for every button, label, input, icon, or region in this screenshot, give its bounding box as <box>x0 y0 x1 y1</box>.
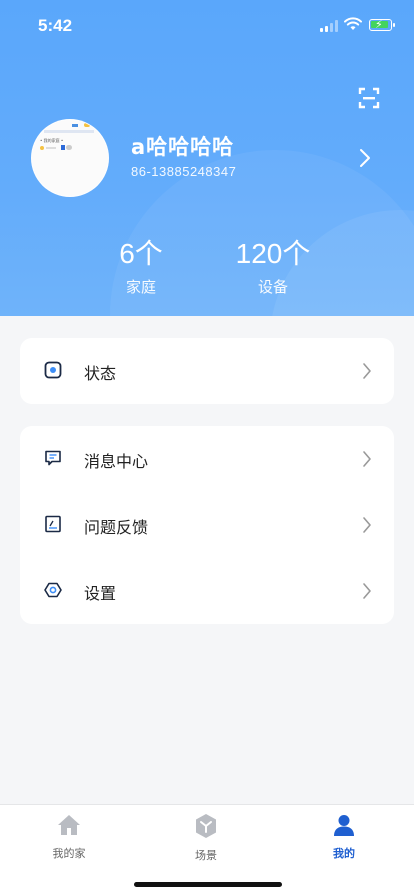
status-time: 5:42 <box>38 16 73 35</box>
menu-item-message-center[interactable]: 消息中心 <box>20 426 394 492</box>
menu-item-label: 消息中心 <box>84 452 149 471</box>
user-name: a哈哈哈哈 <box>131 135 235 159</box>
profile-icon <box>334 815 354 836</box>
menu-item-label: 状态 <box>84 364 117 383</box>
menu-item-settings[interactable]: 设置 <box>20 558 394 624</box>
tab-label: 我的 <box>333 847 355 860</box>
home-icon <box>58 815 80 835</box>
feedback-icon <box>45 515 61 533</box>
chevron-right-icon <box>363 451 371 467</box>
menu-item-label: 问题反馈 <box>84 518 149 537</box>
menu-item-label: 设置 <box>84 584 117 603</box>
tab-scene[interactable]: 场景 <box>166 813 246 863</box>
scene-icon <box>196 814 216 838</box>
settings-icon <box>44 582 62 598</box>
family-count: 6个 <box>119 238 163 269</box>
status-card: 状态 <box>20 338 394 404</box>
menu-item-feedback[interactable]: 问题反馈 <box>20 492 394 558</box>
tab-label: 我的家 <box>52 847 86 860</box>
battery-icon: ⚡ <box>369 18 395 31</box>
menu-card: 消息中心 问题反馈 设置 <box>20 426 394 624</box>
device-label: 设备 <box>257 278 288 296</box>
status-bar: 5:42 ⚡ <box>0 0 414 50</box>
avatar[interactable]: • 我的家庭 • <box>31 119 109 197</box>
message-icon <box>45 450 61 466</box>
tab-my-home[interactable]: 我的家 <box>29 813 109 861</box>
family-count-stat[interactable]: 6个 家庭 <box>96 232 186 297</box>
device-count: 120个 <box>235 238 311 269</box>
family-label: 家庭 <box>125 278 156 296</box>
menu-item-status[interactable]: 状态 <box>20 338 394 404</box>
tab-label: 场景 <box>195 849 217 862</box>
user-phone: 86-13885248347 <box>131 164 237 179</box>
wifi-icon <box>344 17 362 30</box>
status-icon <box>44 361 62 379</box>
scan-icon[interactable] <box>358 87 380 109</box>
chevron-right-icon[interactable] <box>359 148 371 168</box>
home-indicator[interactable] <box>134 882 282 887</box>
tab-mine[interactable]: 我的 <box>304 813 384 861</box>
bottom-tab-bar: 我的家 场景 我的 <box>0 804 414 896</box>
chevron-right-icon <box>363 583 371 599</box>
chevron-right-icon <box>363 517 371 533</box>
profile-header: 5:42 ⚡ • 我的家庭 • a哈哈哈哈 86-13885248347 6个 … <box>0 0 414 316</box>
cellular-signal-icon <box>320 20 340 32</box>
chevron-right-icon <box>363 363 371 379</box>
device-count-stat[interactable]: 120个 设备 <box>218 232 328 297</box>
